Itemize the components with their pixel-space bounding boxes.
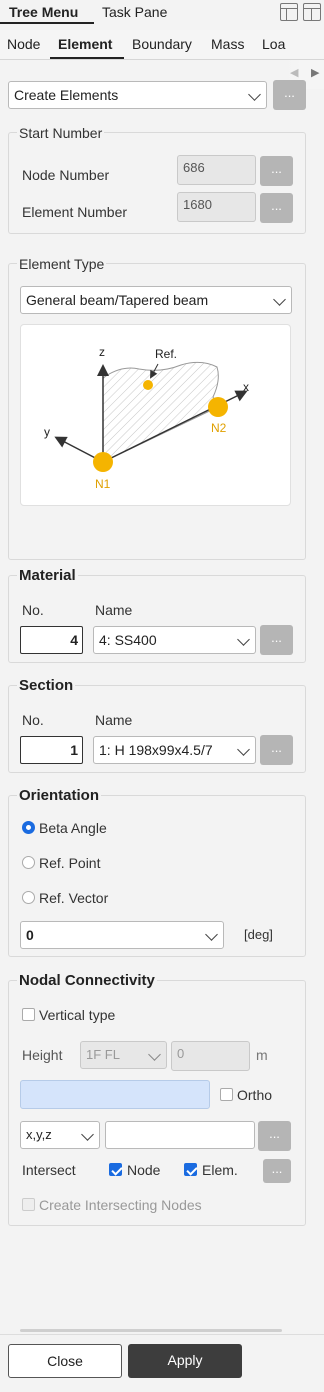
command-select-value: Create Elements: [14, 87, 119, 103]
chevron-down-icon: [248, 88, 261, 101]
coord-more-button[interactable]: ...: [258, 1121, 291, 1151]
diagram-n1-label: N1: [95, 477, 111, 491]
beta-angle-select[interactable]: 0: [20, 921, 224, 949]
chevron-down-icon: [148, 1048, 161, 1061]
create-intersecting-checkbox[interactable]: [22, 1198, 35, 1211]
chevron-down-icon: [205, 928, 218, 941]
material-name-label: Name: [95, 602, 133, 618]
beta-angle-radio[interactable]: [22, 821, 35, 834]
height-label: Height: [22, 1047, 63, 1063]
material-no-input[interactable]: 4: [20, 626, 83, 654]
intersect-elem-checkbox[interactable]: [184, 1163, 197, 1176]
element-type-select-value: General beam/Tapered beam: [26, 292, 209, 308]
ref-vector-label: Ref. Vector: [39, 890, 109, 906]
scroll-right-icon[interactable]: ▶: [311, 66, 319, 79]
ortho-checkbox[interactable]: [220, 1088, 233, 1101]
vertical-type-checkbox[interactable]: [22, 1008, 35, 1021]
dock-layout-icon[interactable]: [280, 3, 298, 21]
coord-mode-select[interactable]: x,y,z: [20, 1121, 100, 1149]
height-level-value: 1F FL: [86, 1047, 120, 1062]
material-no-label: No.: [22, 602, 44, 618]
active-tab-underline: [50, 57, 124, 59]
diagram-y-label: y: [44, 425, 50, 439]
diagram-ref-label: Ref.: [155, 347, 178, 361]
chevron-down-icon: [237, 633, 250, 646]
section-more-button[interactable]: ...: [260, 735, 293, 765]
section-no-label: No.: [22, 712, 44, 728]
tab-node[interactable]: Node: [7, 36, 40, 52]
diagram-x-label: x: [243, 380, 249, 394]
command-select[interactable]: Create Elements: [8, 81, 267, 109]
tab-mass[interactable]: Mass: [211, 36, 244, 52]
element-number-more-button[interactable]: ...: [260, 193, 293, 223]
intersect-more-button[interactable]: ...: [263, 1159, 291, 1183]
coord-input[interactable]: [105, 1121, 255, 1149]
element-type-select[interactable]: General beam/Tapered beam: [20, 286, 292, 314]
chevron-down-icon: [237, 743, 250, 756]
ref-vector-radio[interactable]: [22, 891, 35, 904]
split-layout-icon[interactable]: [303, 3, 321, 21]
node-entry-field[interactable]: [20, 1080, 210, 1109]
material-more-button[interactable]: ...: [260, 625, 293, 655]
node-number-label: Node Number: [22, 167, 110, 183]
section-name-label: Name: [95, 712, 133, 728]
intersect-node-checkbox[interactable]: [109, 1163, 122, 1176]
angle-unit-label: [deg]: [244, 927, 273, 942]
close-button[interactable]: Close: [8, 1344, 122, 1378]
element-diagram: z x y Ref. N1 N2: [20, 324, 291, 506]
material-name-select[interactable]: 4: SS400: [93, 626, 256, 654]
section-name-value: 1: H 198x99x4.5/7: [99, 742, 213, 758]
chevron-down-icon: [273, 293, 286, 306]
top-tab-bar: Tree Menu Task Pane: [0, 0, 324, 24]
ref-point-label: Ref. Point: [39, 855, 101, 871]
section-no-input[interactable]: 1: [20, 736, 83, 764]
nodal-connectivity-title: Nodal Connectivity: [17, 972, 157, 989]
section-title: Section: [17, 677, 76, 694]
tab-task-pane[interactable]: Task Pane: [102, 4, 167, 20]
apply-button[interactable]: Apply: [128, 1344, 242, 1378]
intersect-elem-label: Elem.: [202, 1162, 238, 1178]
footer-divider: [0, 1334, 324, 1335]
scroll-left-icon[interactable]: ◀: [290, 66, 298, 79]
tab-tree-menu[interactable]: Tree Menu: [0, 0, 94, 24]
tab-boundary[interactable]: Boundary: [132, 36, 192, 52]
node-number-field: 686: [177, 155, 256, 185]
ref-point-radio[interactable]: [22, 856, 35, 869]
material-title: Material: [17, 567, 78, 584]
coord-mode-value: x,y,z: [26, 1127, 52, 1142]
material-name-value: 4: SS400: [99, 632, 157, 648]
horizontal-scrollbar[interactable]: [20, 1329, 282, 1332]
beta-angle-value: 0: [26, 927, 34, 943]
sub-tab-bar: Node Element Boundary Mass Loa ◀ ▶: [0, 30, 324, 89]
element-number-label: Element Number: [22, 204, 128, 220]
tab-load[interactable]: Loa: [262, 36, 285, 52]
start-number-title: Start Number: [17, 125, 105, 141]
element-type-title: Element Type: [17, 256, 107, 272]
chevron-down-icon: [81, 1128, 94, 1141]
intersect-node-label: Node: [127, 1162, 161, 1178]
orientation-title: Orientation: [17, 787, 102, 804]
height-unit-label: m: [256, 1047, 268, 1063]
diagram-n2-label: N2: [211, 421, 227, 435]
section-name-select[interactable]: 1: H 198x99x4.5/7: [93, 736, 256, 764]
command-more-button[interactable]: ...: [273, 80, 306, 110]
element-number-field: 1680: [177, 192, 256, 222]
ortho-label: Ortho: [237, 1087, 273, 1103]
intersect-label: Intersect: [22, 1162, 76, 1178]
create-intersecting-label: Create Intersecting Nodes: [39, 1197, 202, 1213]
diagram-z-label: z: [99, 345, 105, 359]
height-level-select[interactable]: 1F FL: [80, 1041, 167, 1069]
beta-angle-label: Beta Angle: [39, 820, 107, 836]
tab-element[interactable]: Element: [58, 36, 112, 52]
node-number-more-button[interactable]: ...: [260, 156, 293, 186]
height-value-field[interactable]: 0: [171, 1041, 250, 1071]
vertical-type-label: Vertical type: [39, 1007, 116, 1023]
